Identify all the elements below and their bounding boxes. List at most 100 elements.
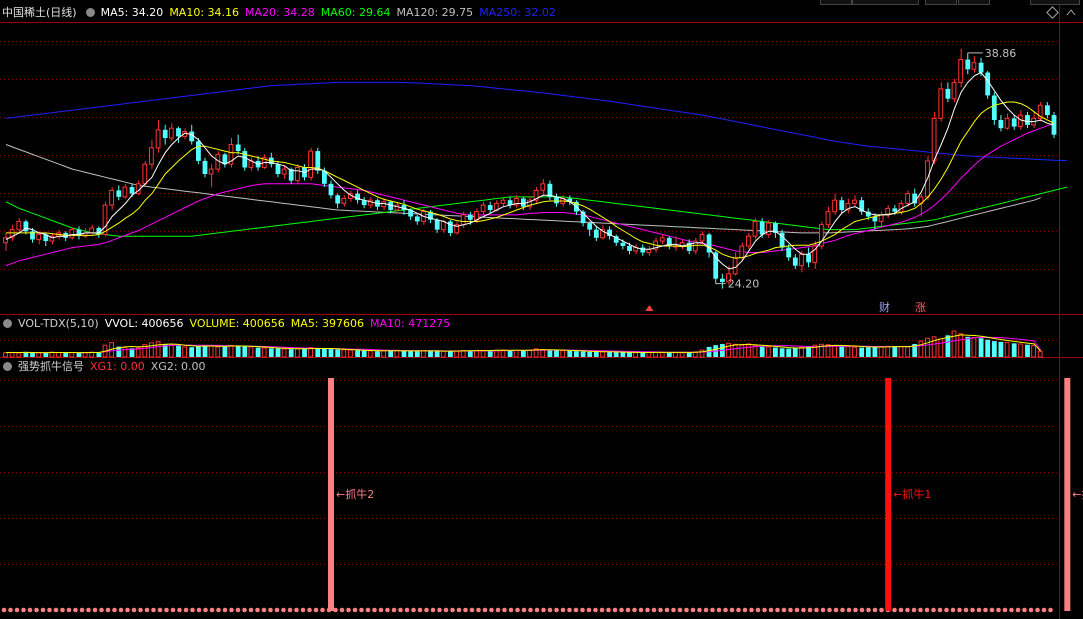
baseline-dot [378,607,384,613]
candle-body [659,237,665,242]
baseline-dot [144,607,150,613]
baseline-dot [749,607,754,613]
candle-body [699,234,705,242]
candle-body [759,221,765,235]
stock-title[interactable]: 中国稀土(日线) [2,6,77,19]
candle-body [1011,118,1017,127]
baseline-dot [255,607,260,613]
baseline-dot [92,607,98,613]
baseline-dot [632,607,637,613]
vvol-label: VVOL: 400656 [104,317,184,330]
baseline-dot [196,607,202,613]
volume-bar [627,352,632,357]
baseline-dot [411,607,416,613]
baseline-dot [300,607,306,613]
candle-body [493,203,499,211]
baseline-dot [937,607,943,613]
volume-bar [182,346,187,358]
baseline-dot [879,607,884,613]
volume-bar [96,352,102,357]
settings-dot-icon[interactable] [85,8,95,17]
baseline-dot [482,607,488,613]
baseline-dot [976,607,982,613]
ma60-label: MA60: 29.64 [320,6,391,19]
candle-body [381,201,387,208]
baseline-dot [859,607,865,613]
volume-bar [474,350,479,358]
volume-bar [732,343,738,358]
baseline-dot [573,607,579,613]
candle-body [593,229,599,238]
baseline-dot [125,607,130,613]
baseline-dot [53,607,59,613]
baseline-dot [658,607,663,613]
baseline-dot [892,607,897,613]
candle-body [852,199,857,204]
volume-bar [925,337,930,358]
baseline-dot [853,607,858,613]
candle-body [945,88,951,99]
baseline-dot [931,607,936,613]
baseline-dot [430,607,436,613]
baseline-dot [469,607,475,613]
candle-body [202,160,208,174]
baseline-dot [398,607,403,613]
volume-bar [872,346,878,357]
volume-bar [666,352,672,357]
volume-bar [945,335,951,357]
candle-body [162,129,168,138]
baseline-dot [898,607,904,613]
baseline-dot [86,607,91,613]
candle-body [951,81,957,100]
baseline-dot [261,607,267,613]
candle-body [275,164,281,174]
baseline-dot [833,607,839,613]
baseline-dot [372,607,377,613]
candle-body [248,160,254,168]
volume-bar [155,341,161,358]
volume-bar [375,351,380,357]
candle-body [36,234,42,240]
baseline-dot [599,607,605,613]
baseline-dot [593,607,598,613]
volume-bar [322,348,327,357]
volume-bar [440,350,446,358]
volume-bar [235,345,241,357]
volume-bar [839,346,845,357]
volume-bar [295,348,300,358]
baseline-dot [606,607,611,613]
baseline-dot [944,607,949,613]
baseline-dot [307,607,312,613]
volume-bar [348,349,353,358]
baseline-dot [73,607,78,613]
volume-bar [255,347,261,357]
candle-body [196,141,201,161]
low-price-label: 24.20 [728,278,760,291]
candle-body [500,199,506,204]
baseline-dot [281,607,286,613]
baseline-dot [131,607,137,613]
vol-title[interactable]: VOL-TDX(5,10) [18,317,99,330]
volume-bar [69,352,75,358]
volume-bar [620,352,626,357]
volume-settings-dot-icon[interactable] [3,319,12,328]
candle-body [460,214,466,226]
candle-body [281,168,287,175]
volume-bar [381,350,387,358]
baseline-dot [450,607,455,613]
signal-title[interactable]: 强势抓牛信号 [18,360,84,373]
baseline-dot [1009,607,1014,613]
baseline-dot [521,607,527,613]
baseline-dot [112,607,117,613]
scroll-up-icon[interactable] [1065,6,1077,20]
baseline-dot [586,607,592,613]
volume-bar [401,350,407,357]
volume-bar [547,350,553,357]
volume-bar [189,347,195,357]
signal-settings-dot-icon[interactable] [3,362,12,371]
volume-bar [527,349,532,358]
volume-bar [746,343,751,358]
volume-bar [467,350,473,357]
baseline-dot [684,607,689,613]
baseline-dot [1035,607,1040,613]
